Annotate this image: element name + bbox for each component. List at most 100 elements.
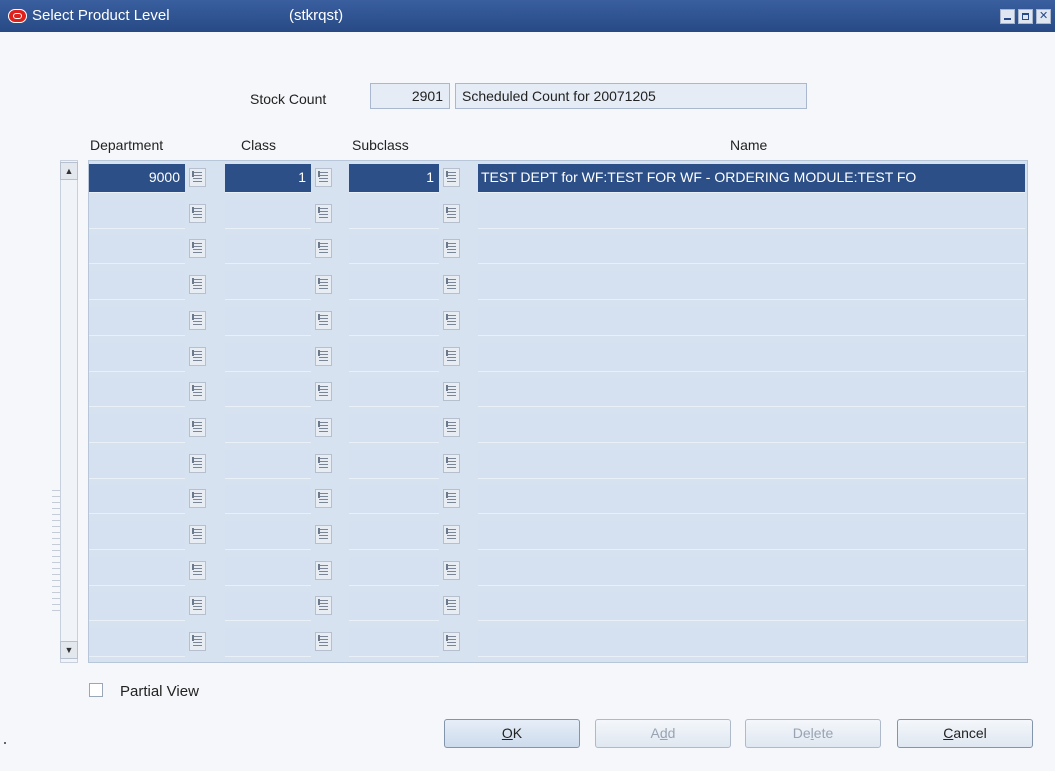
table-row[interactable]: [89, 304, 1027, 338]
lov-icon[interactable]: [315, 275, 332, 295]
department-cell[interactable]: [89, 521, 185, 550]
subclass-cell[interactable]: [349, 199, 439, 229]
lov-icon[interactable]: [443, 310, 460, 330]
name-cell[interactable]: [478, 592, 1025, 622]
class-cell[interactable]: [225, 378, 311, 408]
lov-icon[interactable]: [443, 596, 460, 616]
subclass-cell[interactable]: [349, 235, 439, 265]
maximize-icon[interactable]: [1018, 9, 1033, 24]
subclass-cell[interactable]: [349, 378, 439, 408]
subclass-cell[interactable]: [349, 413, 439, 443]
class-cell[interactable]: [225, 592, 311, 622]
lov-icon[interactable]: [189, 560, 206, 580]
lov-icon[interactable]: [443, 417, 460, 437]
lov-icon[interactable]: [443, 489, 460, 509]
table-row[interactable]: [89, 411, 1027, 445]
class-cell[interactable]: [225, 449, 311, 479]
lov-icon[interactable]: [315, 525, 332, 544]
subclass-cell[interactable]: [349, 342, 439, 372]
name-cell[interactable]: [478, 521, 1025, 550]
vertical-scrollbar[interactable]: ▲ ▼: [52, 160, 86, 663]
subclass-cell[interactable]: 1: [349, 164, 439, 193]
name-cell[interactable]: [478, 378, 1025, 408]
lov-icon[interactable]: [315, 596, 332, 616]
department-cell[interactable]: [89, 306, 185, 336]
department-cell[interactable]: [89, 449, 185, 479]
department-cell[interactable]: [89, 413, 185, 443]
subclass-cell[interactable]: [349, 628, 439, 658]
subclass-cell[interactable]: [349, 449, 439, 479]
lov-icon[interactable]: [189, 168, 206, 187]
lov-icon[interactable]: [189, 239, 206, 259]
lov-icon[interactable]: [443, 525, 460, 544]
minimize-icon[interactable]: [1000, 9, 1015, 24]
lov-icon[interactable]: [443, 168, 460, 187]
lov-icon[interactable]: [189, 346, 206, 366]
name-cell[interactable]: [478, 413, 1025, 443]
class-cell[interactable]: [225, 521, 311, 550]
lov-icon[interactable]: [189, 203, 206, 223]
table-row[interactable]: [89, 447, 1027, 481]
class-cell[interactable]: [225, 413, 311, 443]
name-cell[interactable]: [478, 485, 1025, 515]
table-row[interactable]: 9000 1 1 TEST DEPT for WF:TEST FOR WF - ORD…: [89, 161, 1027, 195]
lov-icon[interactable]: [315, 382, 332, 402]
department-cell[interactable]: [89, 342, 185, 372]
table-row[interactable]: [89, 268, 1027, 302]
lov-icon[interactable]: [189, 453, 206, 473]
lov-icon[interactable]: [443, 275, 460, 295]
department-cell[interactable]: [89, 592, 185, 622]
lov-icon[interactable]: [315, 489, 332, 509]
subclass-cell[interactable]: [349, 485, 439, 515]
class-cell[interactable]: [225, 235, 311, 265]
lov-icon[interactable]: [189, 382, 206, 402]
department-cell[interactable]: [89, 235, 185, 265]
lov-icon[interactable]: [189, 632, 206, 652]
lov-icon[interactable]: [315, 239, 332, 259]
department-cell[interactable]: [89, 556, 185, 586]
subclass-cell[interactable]: [349, 271, 439, 301]
scroll-up-arrow-icon[interactable]: ▲: [60, 162, 78, 180]
name-cell[interactable]: [478, 628, 1025, 658]
department-cell[interactable]: [89, 199, 185, 229]
department-cell[interactable]: [89, 628, 185, 658]
scrollbar-track[interactable]: [60, 160, 78, 663]
department-cell[interactable]: [89, 485, 185, 515]
class-cell[interactable]: 1: [225, 164, 311, 193]
subclass-cell[interactable]: [349, 556, 439, 586]
ok-button[interactable]: OK: [444, 719, 580, 748]
name-cell[interactable]: [478, 235, 1025, 265]
subclass-cell[interactable]: [349, 592, 439, 622]
lov-icon[interactable]: [443, 203, 460, 223]
lov-icon[interactable]: [443, 382, 460, 402]
close-icon[interactable]: [1036, 9, 1051, 24]
lov-icon[interactable]: [189, 525, 206, 544]
stock-count-number-field[interactable]: 2901: [370, 83, 450, 109]
class-cell[interactable]: [225, 485, 311, 515]
lov-icon[interactable]: [189, 489, 206, 509]
class-cell[interactable]: [225, 306, 311, 336]
name-cell[interactable]: [478, 271, 1025, 301]
table-row[interactable]: [89, 197, 1027, 231]
table-row[interactable]: [89, 625, 1027, 659]
lov-icon[interactable]: [315, 168, 332, 187]
table-row[interactable]: [89, 375, 1027, 409]
lov-icon[interactable]: [189, 417, 206, 437]
lov-icon[interactable]: [189, 275, 206, 295]
lov-icon[interactable]: [315, 346, 332, 366]
cancel-button[interactable]: Cancel: [897, 719, 1033, 748]
table-row[interactable]: [89, 232, 1027, 266]
name-cell[interactable]: [478, 449, 1025, 479]
class-cell[interactable]: [225, 342, 311, 372]
department-cell[interactable]: [89, 271, 185, 301]
class-cell[interactable]: [225, 199, 311, 229]
name-cell[interactable]: [478, 306, 1025, 336]
department-cell[interactable]: [89, 378, 185, 408]
lov-icon[interactable]: [315, 310, 332, 330]
partial-view-checkbox[interactable]: [89, 683, 103, 697]
name-cell[interactable]: [478, 342, 1025, 372]
name-cell[interactable]: TEST DEPT for WF:TEST FOR WF - ORDERING …: [478, 164, 1025, 193]
lov-icon[interactable]: [315, 417, 332, 437]
table-row[interactable]: [89, 554, 1027, 588]
lov-icon[interactable]: [315, 560, 332, 580]
